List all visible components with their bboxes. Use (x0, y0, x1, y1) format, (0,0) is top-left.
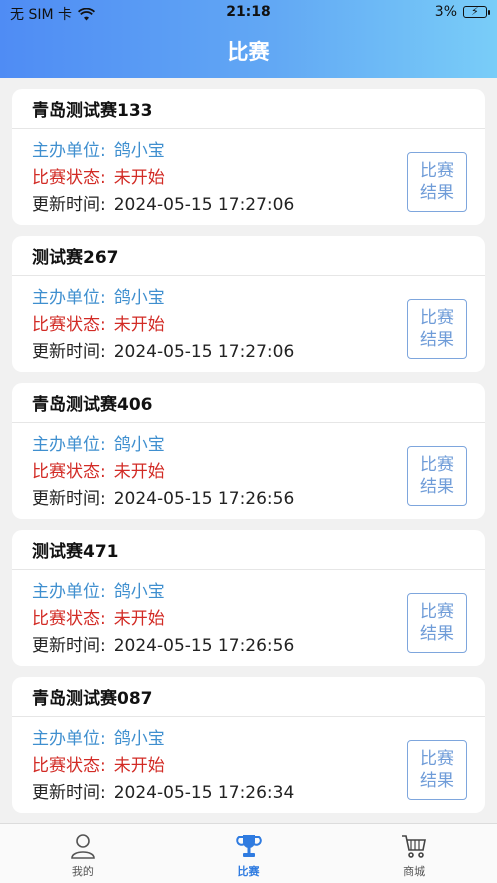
battery-percent: 3% (434, 4, 457, 20)
match-card[interactable]: 青岛测试赛406 主办单位: 鸽小宝 比赛状态: 未开始 更新时间: 2024-05-… (12, 383, 485, 519)
organizer-row: 主办单位: 鸽小宝 (32, 724, 165, 749)
match-name: 测试赛471 (12, 530, 485, 570)
organizer-label: 主办单位: (32, 729, 106, 749)
match-result-button[interactable]: 比赛 结果 (407, 446, 467, 506)
page-title: 比赛 (227, 40, 270, 64)
status-row: 比赛状态: 未开始 (32, 751, 165, 776)
organizer-row: 主办单位: 鸽小宝 (32, 283, 165, 308)
updated-value: 2024-05-15 17:27:06 (113, 195, 295, 215)
updated-value: 2024-05-15 17:27:06 (113, 342, 295, 362)
match-name: 青岛测试赛087 (12, 677, 485, 717)
match-result-button[interactable]: 比赛 结果 (407, 299, 467, 359)
organizer-row: 主办单位: 鸽小宝 (32, 577, 165, 602)
organizer-row: 主办单位: 鸽小宝 (32, 430, 165, 455)
user-icon (71, 834, 95, 859)
match-card[interactable]: 测试赛267 主办单位: 鸽小宝 比赛状态: 未开始 更新时间: 2024-05-15… (12, 236, 485, 372)
status-label: 比赛状态: (32, 756, 106, 776)
status-label: 比赛状态: (32, 462, 106, 482)
organizer-label: 主办单位: (32, 582, 106, 602)
match-name: 青岛测试赛406 (12, 383, 485, 423)
result-button-line2: 结果 (420, 624, 454, 644)
header: 无 SIM 卡 21:18 3% ⚡ 比赛 (0, 0, 497, 78)
organizer-label: 主办单位: (32, 288, 106, 308)
status-label: 比赛状态: (32, 609, 106, 629)
updated-value: 2024-05-15 17:26:56 (113, 636, 295, 656)
match-list[interactable]: 青岛测试赛133 主办单位: 鸽小宝 比赛状态: 未开始 更新时间: 2024-05-… (12, 89, 485, 824)
result-button-line2: 结果 (420, 771, 454, 791)
result-button-line1: 比赛 (420, 455, 454, 475)
organizer-value: 鸽小宝 (113, 582, 165, 602)
tab-label: 比赛 (237, 865, 260, 878)
result-button-line1: 比赛 (420, 602, 454, 622)
match-card[interactable]: 测试赛471 主办单位: 鸽小宝 比赛状态: 未开始 更新时间: 2024-05-15… (12, 530, 485, 666)
updated-value: 2024-05-15 17:26:34 (113, 783, 295, 803)
result-button-line1: 比赛 (420, 749, 454, 769)
status-row: 比赛状态: 未开始 (32, 604, 165, 629)
updated-row: 更新时间: 2024-05-15 17:27:06 (32, 190, 294, 215)
organizer-value: 鸽小宝 (113, 435, 165, 455)
updated-row: 更新时间: 2024-05-15 17:26:56 (32, 631, 294, 656)
status-label: 比赛状态: (32, 315, 106, 335)
match-result-button[interactable]: 比赛 结果 (407, 593, 467, 653)
tab-mine[interactable]: 我的 (0, 824, 166, 883)
updated-label: 更新时间: (32, 636, 106, 656)
match-card[interactable]: 青岛测试赛087 主办单位: 鸽小宝 比赛状态: 未开始 更新时间: 2024-05-… (12, 677, 485, 813)
organizer-value: 鸽小宝 (113, 729, 165, 749)
updated-row: 更新时间: 2024-05-15 17:27:06 (32, 337, 294, 362)
updated-row: 更新时间: 2024-05-15 17:26:56 (32, 484, 294, 509)
updated-label: 更新时间: (32, 342, 106, 362)
status-label: 比赛状态: (32, 168, 106, 188)
match-result-button[interactable]: 比赛 结果 (407, 740, 467, 800)
tab-bar: 我的 比赛 商城 (0, 823, 497, 883)
tab-match[interactable]: 比赛 (166, 824, 332, 883)
result-button-line1: 比赛 (420, 161, 454, 181)
updated-label: 更新时间: (32, 489, 106, 509)
status-bar: 无 SIM 卡 21:18 3% ⚡ (0, 0, 497, 26)
updated-row: 更新时间: 2024-05-15 17:26:34 (32, 778, 294, 803)
updated-label: 更新时间: (32, 783, 106, 803)
match-result-button[interactable]: 比赛 结果 (407, 152, 467, 212)
status-row: 比赛状态: 未开始 (32, 310, 165, 335)
status-value: 未开始 (113, 609, 165, 629)
tab-mall[interactable]: 商城 (331, 824, 497, 883)
organizer-row: 主办单位: 鸽小宝 (32, 136, 165, 161)
status-right: 3% ⚡ (434, 4, 490, 20)
status-row: 比赛状态: 未开始 (32, 457, 165, 482)
result-button-line2: 结果 (420, 477, 454, 497)
battery-icon: ⚡ (463, 5, 490, 18)
match-card[interactable]: 青岛测试赛133 主办单位: 鸽小宝 比赛状态: 未开始 更新时间: 2024-05-… (12, 89, 485, 225)
match-name: 青岛测试赛133 (12, 89, 485, 129)
cart-icon (402, 835, 427, 858)
result-button-line1: 比赛 (420, 308, 454, 328)
organizer-label: 主办单位: (32, 141, 106, 161)
match-name: 测试赛267 (12, 236, 485, 276)
updated-label: 更新时间: (32, 195, 106, 215)
status-value: 未开始 (113, 168, 165, 188)
organizer-label: 主办单位: (32, 435, 106, 455)
result-button-line2: 结果 (420, 183, 454, 203)
status-row: 比赛状态: 未开始 (32, 163, 165, 188)
trophy-icon (235, 835, 262, 857)
result-button-line2: 结果 (420, 330, 454, 350)
status-value: 未开始 (113, 756, 165, 776)
updated-value: 2024-05-15 17:26:56 (113, 489, 295, 509)
tab-label: 商城 (403, 865, 426, 878)
tab-label: 我的 (71, 865, 94, 878)
organizer-value: 鸽小宝 (113, 288, 165, 308)
status-value: 未开始 (113, 462, 165, 482)
organizer-value: 鸽小宝 (113, 141, 165, 161)
status-value: 未开始 (113, 315, 165, 335)
clock: 21:18 (226, 4, 271, 20)
